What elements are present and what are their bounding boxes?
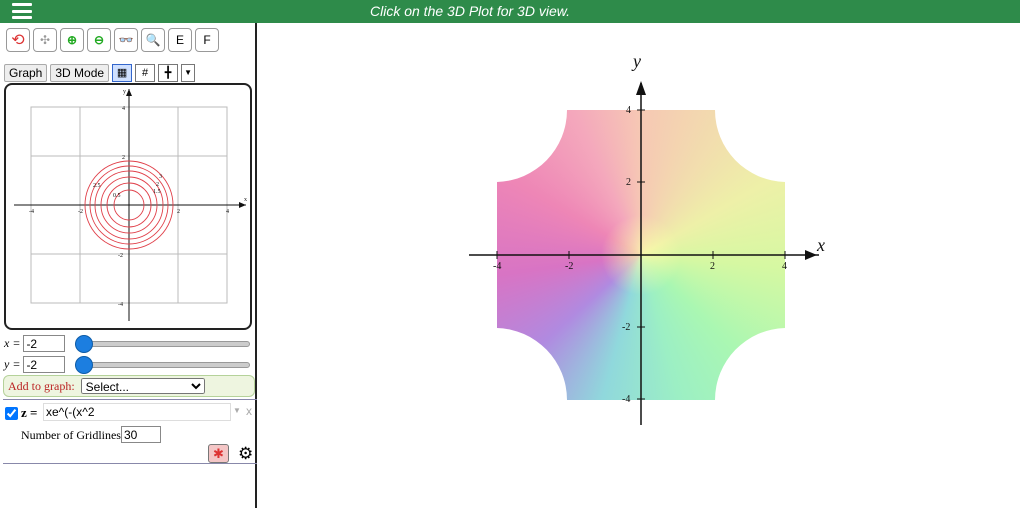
x-slider[interactable] <box>75 335 250 353</box>
y-axis-label: y <box>631 51 641 71</box>
mini-tick: 4 <box>226 209 229 215</box>
gear-icon[interactable]: ⚙ <box>238 444 253 464</box>
contour-label: 1.5 <box>153 189 161 195</box>
3d-plot-area[interactable]: -4 -2 2 4 4 2 -2 -4 x y <box>259 23 1024 508</box>
mini-ytick: 4 <box>122 106 125 112</box>
function-checkbox[interactable] <box>5 407 18 420</box>
left-panel: ⟲ ✣ ⊕ ⊖ 👓 🔍 E F Graph 3D Mode ▦ # ╋ ▼ x … <box>0 23 257 508</box>
axes-icon: ✣ <box>39 33 51 47</box>
x-label: x = <box>4 336 21 350</box>
y-tick: 2 <box>626 177 631 188</box>
function-input[interactable] <box>43 403 231 421</box>
toolbar: ⟲ ✣ ⊕ ⊖ 👓 🔍 E F <box>6 28 219 52</box>
mini-y-label: y <box>123 89 126 95</box>
dropdown-arrow-icon[interactable]: ▼ <box>181 64 196 82</box>
tabs: Graph 3D Mode ▦ # ╋ ▼ <box>4 64 196 82</box>
x-tick: 4 <box>782 261 787 272</box>
y-slider[interactable] <box>75 356 250 374</box>
add-to-graph-label: Add to graph: <box>8 378 75 393</box>
color-picker-button[interactable]: ✱ <box>208 444 229 463</box>
zoom-in-button[interactable]: ⊕ <box>60 28 84 52</box>
f-button[interactable]: F <box>195 28 219 52</box>
z-label: z = <box>21 405 38 420</box>
magnifier-icon: 🔍 <box>145 33 161 47</box>
x-axis-label: x <box>816 235 825 255</box>
grid-axes-icon[interactable]: ╋ <box>158 64 179 82</box>
rotate-button[interactable]: ⟲ <box>6 28 30 52</box>
gridlines-input[interactable] <box>121 426 161 443</box>
add-to-graph: Add to graph: Select... <box>3 375 255 397</box>
mini-ytick: 2 <box>122 155 125 161</box>
instruction-text: Click on the 3D Plot for 3D view. <box>370 3 570 19</box>
dropdown-arrow-icon[interactable]: ▼ <box>233 406 241 415</box>
y-label: y = <box>4 357 21 371</box>
3d-glasses-icon: 👓 <box>118 33 134 47</box>
y-value-input[interactable] <box>23 356 66 373</box>
add-to-graph-select[interactable]: Select... <box>80 378 205 394</box>
mini-tick: -4 <box>29 209 34 215</box>
function-entry: z = ▼ x Number of Gridlines ✱ ⚙ <box>3 399 257 464</box>
tab-3d-mode[interactable]: 3D Mode <box>50 64 110 82</box>
y-slider-row: y = <box>4 356 66 373</box>
y-tick: -2 <box>622 322 630 333</box>
y-tick: 4 <box>626 105 631 116</box>
contour-graph[interactable]: x y -4 -2 2 4 4 2 -2 -4 0.5 1.5 2 2.5 3 <box>4 83 252 330</box>
zoom-out-button[interactable]: ⊖ <box>87 28 111 52</box>
x-tick: -4 <box>493 261 501 272</box>
contour-label: 3 <box>159 174 162 180</box>
grid-dots-icon[interactable]: ▦ <box>112 64 133 82</box>
contour-label: 0.5 <box>113 193 121 199</box>
x-tick: 2 <box>710 261 715 272</box>
magnifier-button[interactable]: 🔍 <box>141 28 165 52</box>
mini-tick: 2 <box>177 209 180 215</box>
contour-label: 2.5 <box>93 183 101 189</box>
x-slider-row: x = <box>4 335 66 352</box>
remove-function-button[interactable]: x <box>246 404 252 418</box>
mini-ytick: -4 <box>118 302 123 308</box>
mini-x-label: x <box>244 197 247 203</box>
color-swatch-icon: ✱ <box>213 446 224 461</box>
grid-icon[interactable]: # <box>135 64 156 82</box>
rotate-icon: ⟲ <box>11 32 25 49</box>
x-value-input[interactable] <box>23 335 66 352</box>
y-tick: -4 <box>622 394 630 405</box>
axes-button[interactable]: ✣ <box>33 28 57 52</box>
zoom-in-icon: ⊕ <box>66 33 78 47</box>
3d-glasses-button[interactable]: 👓 <box>114 28 138 52</box>
x-slider-handle[interactable] <box>75 335 93 353</box>
top-bar: Click on the 3D Plot for 3D view. <box>0 0 1020 23</box>
tab-graph[interactable]: Graph <box>4 64 48 82</box>
e-button[interactable]: E <box>168 28 192 52</box>
mini-tick: -2 <box>78 209 83 215</box>
contour-label: 2 <box>156 182 159 188</box>
gridlines-label: Number of Gridlines <box>21 428 121 442</box>
plot-axes: -4 -2 2 4 4 2 -2 -4 x y <box>469 51 825 425</box>
mini-ytick: -2 <box>118 253 123 259</box>
y-slider-handle[interactable] <box>75 356 93 374</box>
zoom-out-icon: ⊖ <box>93 33 105 47</box>
x-tick: -2 <box>565 261 573 272</box>
